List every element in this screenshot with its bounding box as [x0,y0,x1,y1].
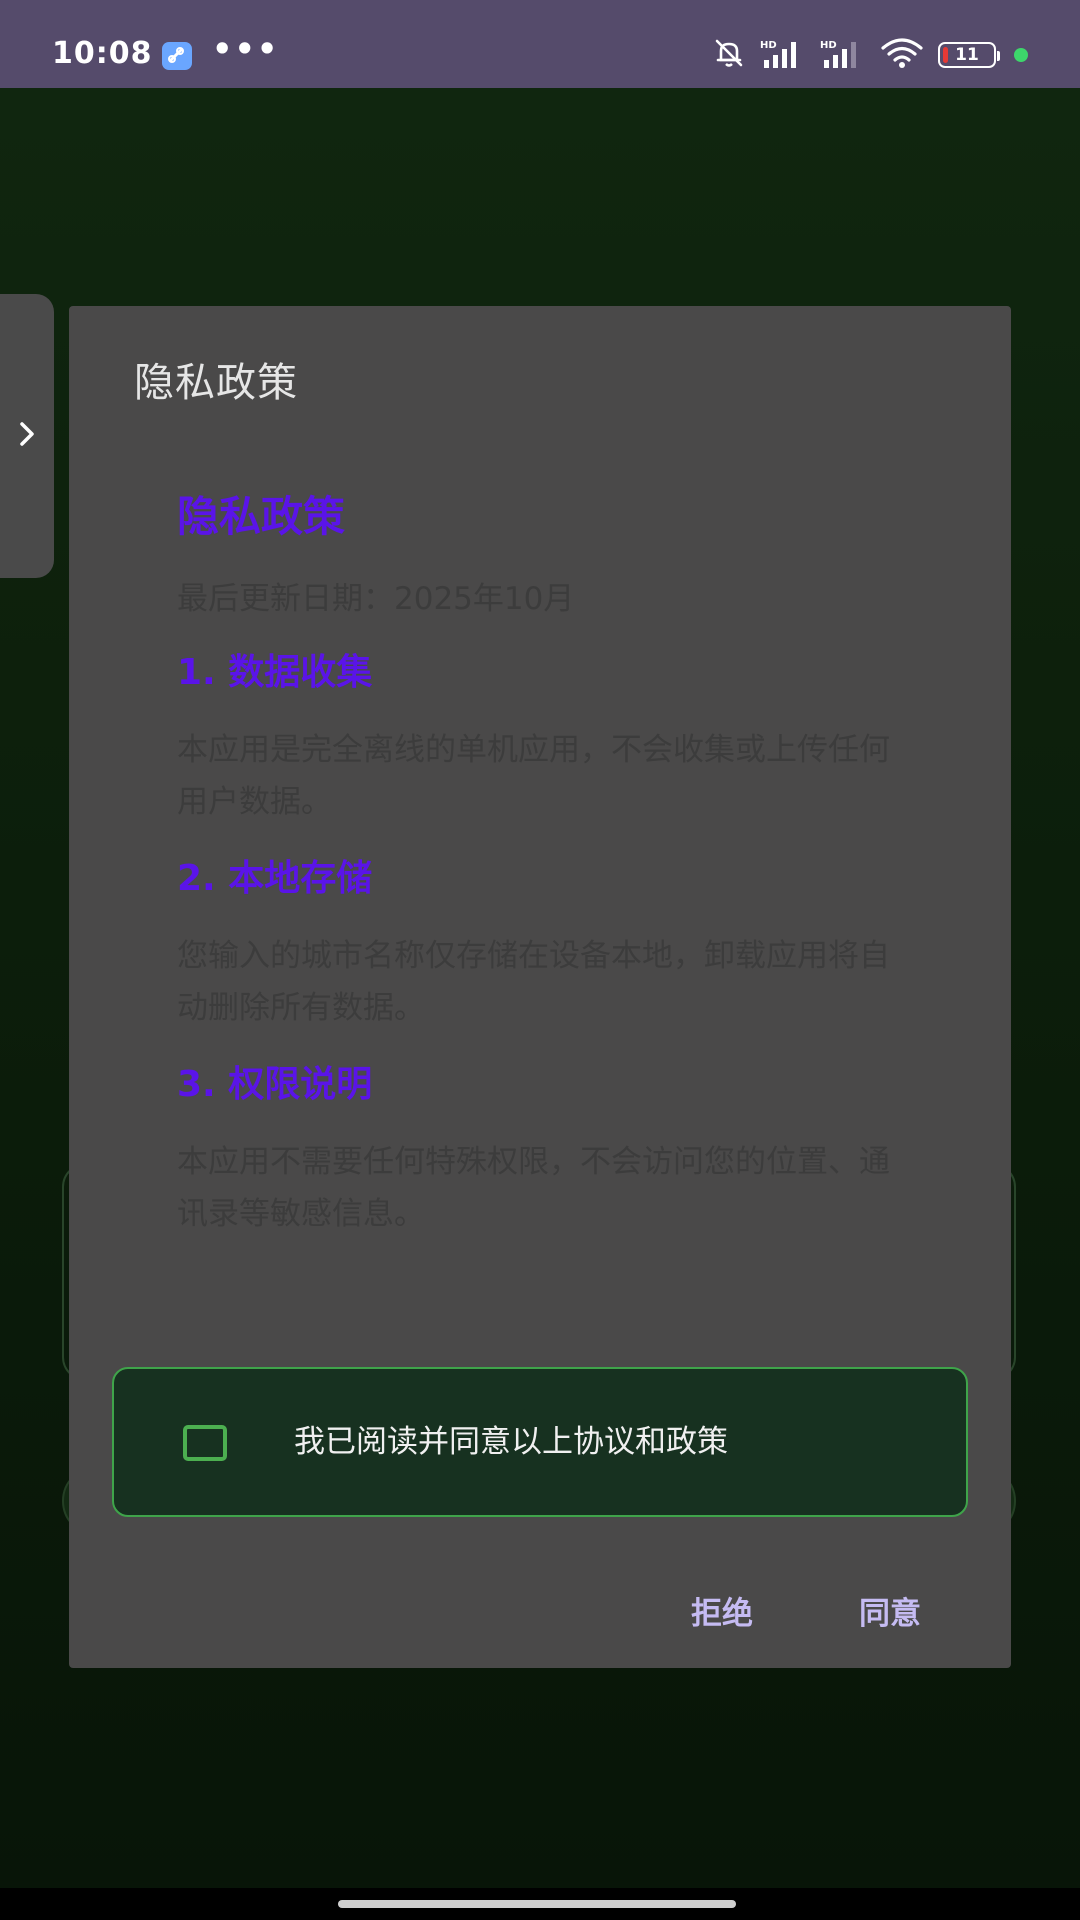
status-time: 10:08 [52,36,153,71]
agree-checkbox-label[interactable]: 我已阅读并同意以上协议和政策 [294,1419,728,1465]
policy-updated-date: 最后更新日期：2025年10月 [177,581,575,617]
policy-content: 隐私政策 最后更新日期：2025年10月 1. 数据收集 本应用是完全离线的单机… [177,486,897,1266]
agree-checkbox[interactable] [183,1425,227,1461]
section-title: 3. 权限说明 [177,1064,373,1105]
battery-level-fill [943,47,948,63]
more-notifications-icon: ••• [212,30,280,68]
section-body: 本应用是完全离线的单机应用，不会收集或上传任何用户数据。 [177,732,890,820]
section-body: 本应用不需要任何特殊权限，不会访问您的位置、通讯录等敏感信息。 [177,1144,890,1232]
privacy-policy-dialog: 隐私政策 隐私政策 最后更新日期：2025年10月 1. 数据收集 本应用是完全… [69,306,1011,1668]
svg-text:HD: HD [820,40,837,51]
chevron-right-icon [20,422,34,446]
agree-button[interactable]: 同意 [859,1588,921,1633]
link-icon [162,42,192,70]
gesture-navigation-bar[interactable] [338,1900,736,1908]
section-title: 1. 数据收集 [177,652,373,693]
status-bar: 10:08 ••• HD HD 11 [0,0,1080,88]
svg-text:HD: HD [760,40,777,51]
privacy-indicator-dot [1014,48,1028,62]
section-title: 2. 本地存储 [177,858,373,899]
bell-off-icon [712,36,746,74]
reject-button[interactable]: 拒绝 [691,1588,753,1633]
battery-percentage: 11 [955,45,979,65]
wifi-icon [880,37,924,73]
side-drawer-handle[interactable] [0,294,54,578]
section-body: 您输入的城市名称仅存储在设备本地，卸载应用将自动删除所有数据。 [177,938,890,1026]
battery-indicator: 11 [938,42,1000,68]
agreement-checkbox-row[interactable]: 我已阅读并同意以上协议和政策 [112,1367,968,1517]
signal-icon: HD [760,38,806,72]
dialog-title: 隐私政策 [134,360,298,406]
policy-heading: 隐私政策 [177,492,346,541]
signal-icon: HD [820,38,866,72]
status-icons: HD HD 11 [712,38,1028,72]
